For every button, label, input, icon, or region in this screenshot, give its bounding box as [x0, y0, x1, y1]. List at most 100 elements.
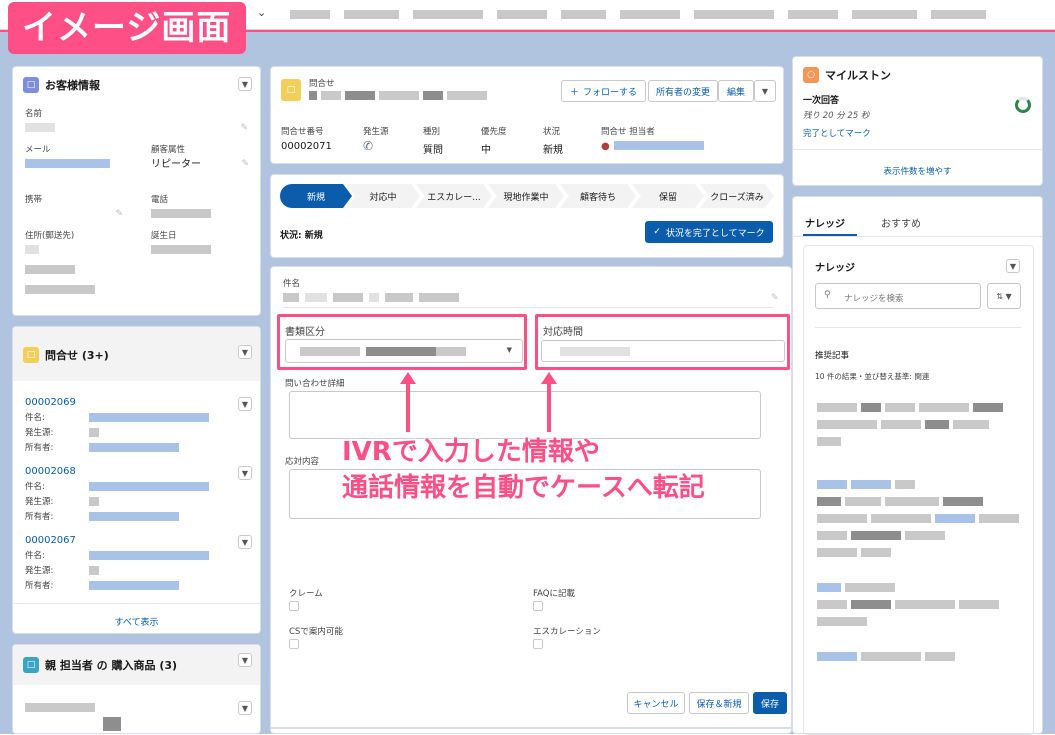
header-field: 発生源 ✆	[363, 125, 389, 153]
milestone-title: マイルストン	[825, 69, 891, 82]
header-field: 状況 新規	[543, 125, 563, 156]
mobile-label: 携帯	[25, 195, 43, 205]
case-object-label: 問合せ	[309, 79, 335, 89]
birthday-label: 誕生日	[151, 231, 177, 241]
header-field-label: 問合せ 担当者	[601, 127, 655, 137]
image-screen-badge: イメージ画面	[8, 2, 246, 54]
claim-checkbox[interactable]	[289, 601, 299, 611]
path-step[interactable]: 対応中	[346, 184, 420, 208]
search-placeholder: ナレッジを検索	[844, 294, 904, 304]
purchases-title: 親 担当者 の 購入商品 (3)	[45, 659, 178, 672]
pencil-icon[interactable]: ✎	[771, 293, 779, 303]
purchase-row-menu[interactable]: ▼	[238, 701, 252, 715]
customer-info-card: □ お客様情報 ▼ 名前 ✎ メール 顧客属性 リピーター ✎ 携帯 ✎ 電話 …	[12, 66, 261, 316]
header-field-label: 問合せ番号	[281, 127, 324, 137]
inquiry-number-link[interactable]: 00002068	[25, 466, 76, 477]
sort-button[interactable]: ⇅ ▼	[987, 283, 1021, 309]
email-value	[25, 159, 110, 168]
header-field: 優先度中	[481, 125, 507, 156]
category-highlight-box	[277, 314, 527, 370]
recommended-label: 推奨記事	[815, 351, 850, 361]
inquiry-row-menu[interactable]: ▼	[238, 397, 252, 411]
path-step[interactable]: 顧客待ち	[560, 184, 636, 208]
follow-button[interactable]: ＋フォローする	[561, 80, 646, 102]
header-field-label: 種別	[423, 127, 441, 137]
search-icon: ⚲	[824, 290, 831, 300]
path-step[interactable]: クローズ済み	[700, 184, 774, 208]
save-new-button[interactable]: 保存＆新規	[689, 692, 749, 714]
list-item: 00002068 件名: 発生源: 所有者: ▼	[25, 464, 252, 533]
cancel-button[interactable]: キャンセル	[627, 692, 685, 714]
phone-value	[151, 209, 211, 218]
product-icon: □	[23, 657, 39, 673]
header-field: 問合せ番号 00002071	[281, 125, 332, 152]
inquiry-source-label: 発生源:	[25, 566, 54, 576]
knowledge-title: ナレッジ	[815, 263, 855, 274]
faq-label: FAQに記載	[533, 589, 575, 599]
milestone-complete-link[interactable]: 完了としてマーク	[803, 127, 871, 139]
milestone-name: 一次回答	[803, 96, 840, 106]
attribute-label: 顧客属性	[151, 145, 186, 155]
edit-button[interactable]: 編集	[718, 80, 754, 102]
path-step[interactable]: 現地作業中	[488, 184, 564, 208]
show-more-link[interactable]: 表示件数を増やす	[793, 165, 1042, 177]
attribute-value: リピーター	[151, 159, 201, 170]
detail-label: 問い合わせ詳細	[285, 379, 345, 389]
user-icon: ●	[601, 141, 610, 152]
path-step[interactable]: エスカレー...	[416, 184, 492, 208]
subject-value	[283, 293, 459, 302]
path-step[interactable]: 新規	[280, 184, 352, 208]
knowledge-menu-button[interactable]: ▼	[1006, 259, 1020, 273]
knowledge-search-input[interactable]: ⚲ ナレッジを検索	[815, 283, 981, 309]
inquiries-title: 問合せ (3+)	[45, 349, 109, 362]
inquiry-row-menu[interactable]: ▼	[238, 535, 252, 549]
case-icon: □	[281, 79, 301, 101]
milestone-card: ○ マイルストン 一次回答 残り 20 分 25 秒 完了としてマーク 表示件数…	[792, 56, 1043, 186]
mark-complete-button[interactable]: ✓ 状況を完了としてマーク	[645, 221, 773, 243]
customer-menu-button[interactable]: ▼	[238, 77, 252, 91]
list-item: 00002069 件名: 発生源: 所有者: ▼	[25, 395, 252, 464]
change-owner-button[interactable]: 所有者の変更	[648, 80, 718, 102]
annotation-caption: IVRで入力した情報や 通話情報を自動でケースへ転記	[342, 434, 705, 506]
case-icon: □	[23, 347, 39, 363]
knowledge-card: ナレッジ おすすめ ナレッジ ▼ ⚲ ナレッジを検索 ⇅ ▼ 推奨記事 10 件…	[792, 196, 1043, 735]
header-field-value: 質問	[423, 145, 443, 156]
more-actions-button[interactable]: ▼	[754, 80, 776, 102]
subject-label: 件名	[283, 279, 301, 289]
inquiry-source-label: 発生源:	[25, 497, 54, 507]
tab-recommend[interactable]: おすすめ	[881, 215, 921, 230]
response-time-highlight-box	[535, 314, 790, 370]
pencil-icon[interactable]: ✎	[115, 209, 123, 219]
response-label: 応対内容	[285, 457, 320, 467]
escalation-label: エスカレーション	[533, 627, 601, 637]
annotation-line-1: IVRで入力した情報や	[342, 437, 600, 467]
phone-icon: ✆	[363, 139, 374, 153]
results-label: 10 件の結果・並び替え基準: 関連	[815, 372, 930, 381]
cs-label: CSで案内可能	[289, 627, 343, 637]
inquiry-row-menu[interactable]: ▼	[238, 466, 252, 480]
inquiries-menu-button[interactable]: ▼	[238, 345, 252, 359]
header-field-value: 新規	[543, 145, 563, 156]
view-all-link[interactable]: すべて表示	[13, 615, 260, 628]
tab-knowledge[interactable]: ナレッジ	[805, 215, 845, 230]
cs-checkbox[interactable]	[289, 639, 299, 649]
phone-label: 電話	[151, 195, 169, 205]
save-button[interactable]: 保存	[753, 692, 787, 714]
path-step[interactable]: 保留	[632, 184, 704, 208]
annotation-line-2: 通話情報を自動でケースへ転記	[342, 473, 705, 503]
inquiry-source-label: 発生源:	[25, 428, 54, 438]
header-field-label: 発生源	[363, 127, 389, 137]
faq-checkbox[interactable]	[533, 601, 543, 611]
escalation-checkbox[interactable]	[533, 639, 543, 649]
purchases-card: □ 親 担当者 の 購入商品 (3) ▼ ▼	[12, 644, 261, 734]
purchases-menu-button[interactable]: ▼	[238, 653, 252, 667]
pencil-icon[interactable]: ✎	[241, 159, 249, 169]
milestone-icon: ○	[803, 67, 819, 83]
detail-textarea[interactable]	[289, 391, 761, 439]
pencil-icon[interactable]: ✎	[240, 123, 248, 133]
chevron-down-icon[interactable]: ⌄	[257, 6, 266, 19]
header-field-value: 中	[481, 145, 491, 156]
inquiry-number-link[interactable]: 00002067	[25, 535, 76, 546]
header-field: 問合せ 担当者 ●	[601, 125, 704, 152]
inquiry-number-link[interactable]: 00002069	[25, 397, 76, 408]
